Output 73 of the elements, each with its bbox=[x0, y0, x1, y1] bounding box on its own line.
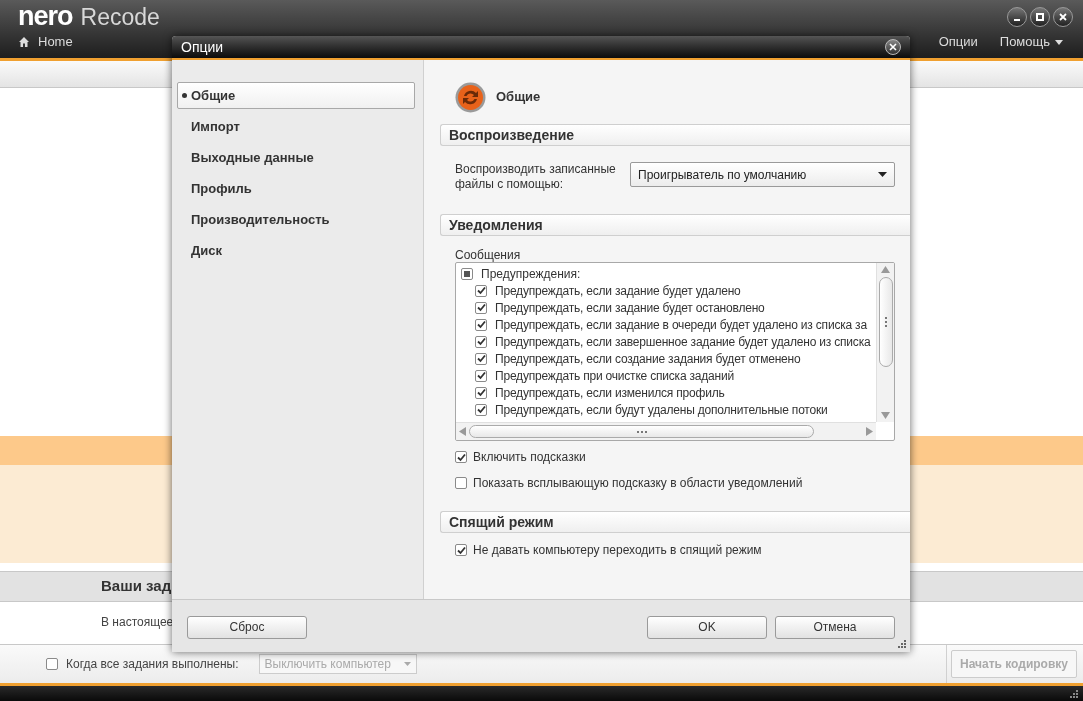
checkbox[interactable] bbox=[475, 352, 487, 365]
checkbox-label: Предупреждать, если создание задания будет отменено bbox=[495, 350, 801, 368]
field-label: Воспроизводить записанные файлы с помощью: bbox=[455, 162, 617, 192]
checkbox-label: Предупреждать, если будут удалены дополнительные потоки bbox=[495, 401, 828, 419]
player-select[interactable]: Проигрыватель по умолчанию bbox=[630, 162, 895, 187]
checkbox[interactable] bbox=[475, 301, 487, 314]
scroll-up-icon[interactable] bbox=[881, 266, 890, 273]
jobs-heading: Ваши зад bbox=[101, 576, 172, 597]
close-icon bbox=[1058, 12, 1068, 22]
checkbox-label: Предупреждения: bbox=[481, 265, 581, 283]
nav-item[interactable]: Общие bbox=[177, 82, 415, 109]
nav-item[interactable]: Диск bbox=[177, 237, 415, 264]
checkbox[interactable] bbox=[455, 544, 467, 556]
nav-item[interactable]: Производительность bbox=[177, 206, 415, 233]
caret-icon bbox=[1055, 39, 1063, 45]
caret-icon bbox=[878, 172, 887, 177]
recode-logo-icon bbox=[455, 81, 486, 113]
close-button[interactable] bbox=[885, 39, 901, 55]
checkbox-label: Предупреждать при очистке списка заданий bbox=[495, 367, 734, 385]
cancel-button[interactable]: Отмена bbox=[775, 615, 895, 639]
checkbox-label: Не давать компьютеру переходить в спящий режим bbox=[473, 542, 762, 559]
checkbox-label: Предупреждать, если завершенное задание будет удалено из списка bbox=[495, 333, 871, 351]
section-header: Воспроизведение bbox=[440, 124, 910, 146]
checkbox[interactable] bbox=[475, 335, 487, 348]
scroll-right-icon[interactable] bbox=[866, 427, 873, 437]
resize-grip-icon[interactable] bbox=[897, 639, 907, 649]
menu-item[interactable]: Опции bbox=[938, 32, 978, 52]
checkbox-label: Предупреждать, если задание в очереди будет удалено из списка за bbox=[495, 316, 867, 334]
menu-item[interactable]: Помощь bbox=[999, 32, 1063, 52]
jobs-message: В настоящее bbox=[101, 615, 174, 629]
checkbox-label: Предупреждать, если изменился профиль bbox=[495, 384, 725, 402]
close-icon bbox=[889, 43, 897, 51]
checkbox[interactable] bbox=[475, 386, 487, 399]
section-header: Спящий режим bbox=[440, 511, 910, 533]
checkbox[interactable] bbox=[46, 658, 58, 670]
horizontal-scrollbar[interactable] bbox=[456, 422, 876, 440]
dialog-title: Опции bbox=[181, 37, 224, 57]
scroll-down-icon[interactable] bbox=[881, 412, 890, 420]
caret-icon bbox=[403, 662, 411, 666]
list-label: Сообщения bbox=[455, 247, 522, 262]
scroll-left-icon[interactable] bbox=[459, 427, 466, 437]
scrollbar-thumb[interactable] bbox=[469, 425, 814, 439]
nav-item[interactable]: Профиль bbox=[177, 175, 415, 202]
nav-item[interactable]: Импорт bbox=[177, 113, 415, 140]
app-title: Recode bbox=[80, 3, 160, 32]
ok-button[interactable]: OK bbox=[647, 615, 767, 639]
checkbox[interactable] bbox=[455, 477, 467, 489]
checkbox-label: Предупреждать, если задание будет удалено bbox=[495, 282, 741, 300]
checkbox[interactable] bbox=[475, 403, 487, 416]
checkbox-label: Предупреждать, если задание будет остановлено bbox=[495, 299, 765, 317]
maximize-button[interactable] bbox=[1030, 7, 1050, 27]
section-header: Уведомления bbox=[440, 214, 910, 236]
minimize-button[interactable] bbox=[1007, 7, 1027, 27]
home-button[interactable]: Home bbox=[18, 32, 73, 52]
maximize-icon bbox=[1035, 12, 1045, 22]
checkbox[interactable] bbox=[461, 267, 473, 280]
close-button[interactable] bbox=[1053, 7, 1073, 27]
checkbox-label: Когда все задания выполнены: bbox=[66, 656, 239, 673]
checkbox[interactable] bbox=[455, 451, 467, 463]
scrollbar-thumb[interactable] bbox=[878, 277, 893, 367]
resize-grip-icon[interactable] bbox=[1069, 688, 1079, 699]
vertical-scrollbar[interactable] bbox=[876, 263, 894, 423]
nav-item[interactable]: Выходные данные bbox=[177, 144, 415, 171]
checkbox-label: Включить подсказки bbox=[473, 449, 586, 466]
home-icon bbox=[18, 36, 30, 48]
checkbox[interactable] bbox=[475, 284, 487, 297]
checkbox[interactable] bbox=[475, 318, 487, 331]
minimize-icon bbox=[1014, 19, 1020, 21]
page-title: Общие bbox=[496, 88, 541, 107]
app-logo: nero bbox=[18, 1, 73, 31]
checkbox-label: Показать всплывающую подсказку в области уведомлений bbox=[473, 475, 803, 492]
reset-button[interactable]: Сброс bbox=[187, 615, 307, 639]
checkbox[interactable] bbox=[475, 369, 487, 382]
